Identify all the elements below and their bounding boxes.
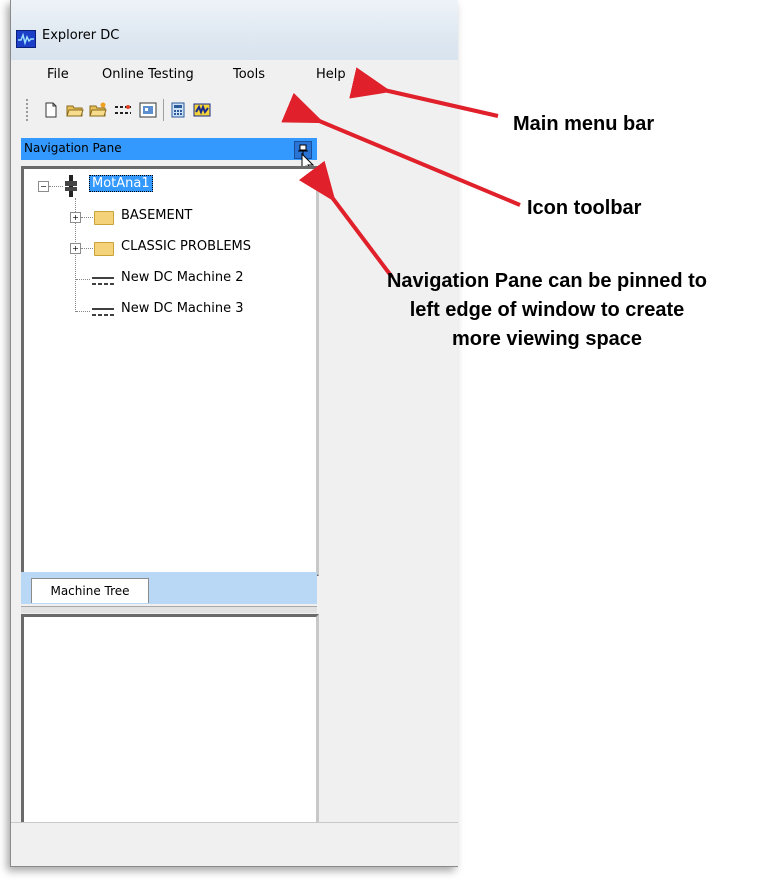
callout-line-1: Navigation Pane can be pinned to — [386, 270, 708, 292]
callout-line-3: more viewing space — [451, 328, 643, 350]
annotation-icon-toolbar: Icon toolbar — [527, 197, 642, 219]
arrow-icon-toolbar — [281, 92, 521, 207]
annotation-navigation-pane: Navigation Pane can be pinned to left ed… — [313, 267, 781, 354]
annotation-arrows — [281, 67, 521, 279]
arrow-navigation-pane — [298, 160, 394, 279]
annotation-main-menu-bar: Main menu bar — [513, 113, 655, 135]
arrow-main-menu-bar — [349, 67, 499, 118]
callout-line-2: left edge of window to create — [409, 299, 685, 321]
